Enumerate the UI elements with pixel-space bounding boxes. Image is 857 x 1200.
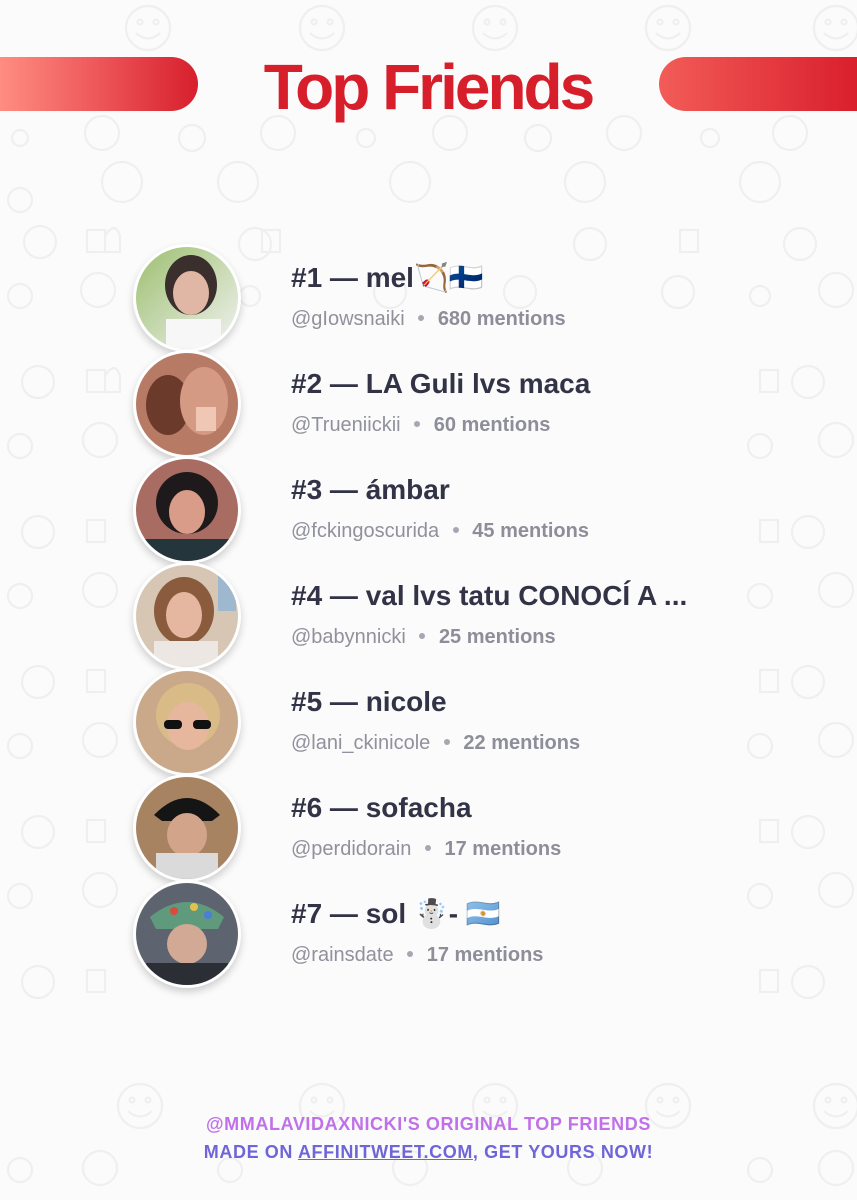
list-item: #4 — val lvs tatu CONOCÍ A ... @babynnic… xyxy=(133,562,753,670)
friend-handle: @rainsdate xyxy=(291,944,394,966)
friend-handle: @perdidorain xyxy=(291,838,412,860)
avatar xyxy=(133,880,241,988)
friend-handle: @lani_ckinicole xyxy=(291,732,431,754)
page-title: Top Friends xyxy=(263,51,595,123)
list-item: #6 — sofacha @perdidorain 17 mentions xyxy=(133,774,753,882)
list-item: #2 — LA Guli lvs maca @Trueniickii 60 me… xyxy=(133,350,753,458)
friend-meta: @lani_ckinicole 22 mentions xyxy=(291,730,751,756)
friend-handle: @babynnicki xyxy=(291,626,406,648)
footer-suffix: , GET YOURS NOW! xyxy=(472,1142,654,1162)
friend-meta: @gIowsnaiki 680 mentions xyxy=(291,306,751,332)
avatar xyxy=(133,668,241,776)
friend-name: #6 — sofacha xyxy=(291,792,472,823)
avatar-image xyxy=(136,565,238,667)
avatar xyxy=(133,456,241,564)
footer: @MMALAVIDAXNICKI'S ORIGINAL TOP FRIENDS … xyxy=(0,1110,857,1166)
avatar xyxy=(133,562,241,670)
separator-dot xyxy=(407,950,414,957)
separator-dot xyxy=(414,420,421,427)
separator-dot xyxy=(424,844,431,851)
mention-count: 25 mentions xyxy=(438,626,556,648)
friend-handle: @fckingoscurida xyxy=(291,520,440,542)
friend-name: #5 — nicole xyxy=(291,686,447,717)
separator-dot xyxy=(418,314,425,321)
friend-name: #1 — mel🏹🇫🇮 xyxy=(291,262,484,293)
friend-meta: @Trueniickii 60 mentions xyxy=(291,412,751,438)
friend-name: #4 — val lvs tatu CONOCÍ A ... xyxy=(291,580,688,611)
separator-dot xyxy=(419,632,426,639)
affinitweet-link[interactable]: AFFINITWEET.COM xyxy=(298,1142,473,1162)
list-item: #5 — nicole @lani_ckinicole 22 mentions xyxy=(133,668,753,776)
list-item: #1 — mel🏹🇫🇮 @gIowsnaiki 680 mentions xyxy=(133,244,753,352)
friend-name: #7 — sol ☃️- 🇦🇷 xyxy=(291,898,501,929)
separator-dot xyxy=(443,738,450,745)
footer-prefix: MADE ON xyxy=(203,1142,298,1162)
footer-attribution: @MMALAVIDAXNICKI'S ORIGINAL TOP FRIENDS xyxy=(206,1114,651,1134)
list-item: #7 — sol ☃️- 🇦🇷 @rainsdate 17 mentions xyxy=(133,880,753,988)
friend-meta: @babynnicki 25 mentions xyxy=(291,624,751,650)
mention-count: 680 mentions xyxy=(437,308,566,330)
avatar xyxy=(133,350,241,458)
separator-dot xyxy=(452,526,459,533)
list-item: #3 — ámbar @fckingoscurida 45 mentions xyxy=(133,456,753,564)
avatar xyxy=(133,244,241,352)
avatar-image xyxy=(136,353,238,455)
friend-handle: @Trueniickii xyxy=(291,414,401,436)
friend-handle: @gIowsnaiki xyxy=(291,308,405,330)
footer-cta: MADE ON AFFINITWEET.COM, GET YOURS NOW! xyxy=(0,1138,857,1166)
mention-count: 60 mentions xyxy=(433,414,551,436)
friend-meta: @rainsdate 17 mentions xyxy=(291,942,751,968)
avatar-image xyxy=(136,883,238,985)
header-bar-left xyxy=(0,57,198,111)
friends-list: #1 — mel🏹🇫🇮 @gIowsnaiki 680 mentions #2 … xyxy=(133,244,753,988)
friend-name: #2 — LA Guli lvs maca xyxy=(291,368,591,399)
mention-count: 17 mentions xyxy=(444,838,562,860)
friend-meta: @fckingoscurida 45 mentions xyxy=(291,518,751,544)
friend-name: #3 — ámbar xyxy=(291,474,450,505)
avatar xyxy=(133,774,241,882)
mention-count: 45 mentions xyxy=(472,520,589,542)
mention-count: 17 mentions xyxy=(426,944,544,966)
avatar-image xyxy=(136,247,238,349)
mention-count: 22 mentions xyxy=(463,732,581,754)
avatar-image xyxy=(136,459,238,561)
friend-meta: @perdidorain 17 mentions xyxy=(291,836,751,862)
header-bar-right xyxy=(659,57,857,111)
avatar-image xyxy=(136,671,238,773)
avatar-image xyxy=(136,777,238,879)
header: Top Friends xyxy=(0,51,857,123)
